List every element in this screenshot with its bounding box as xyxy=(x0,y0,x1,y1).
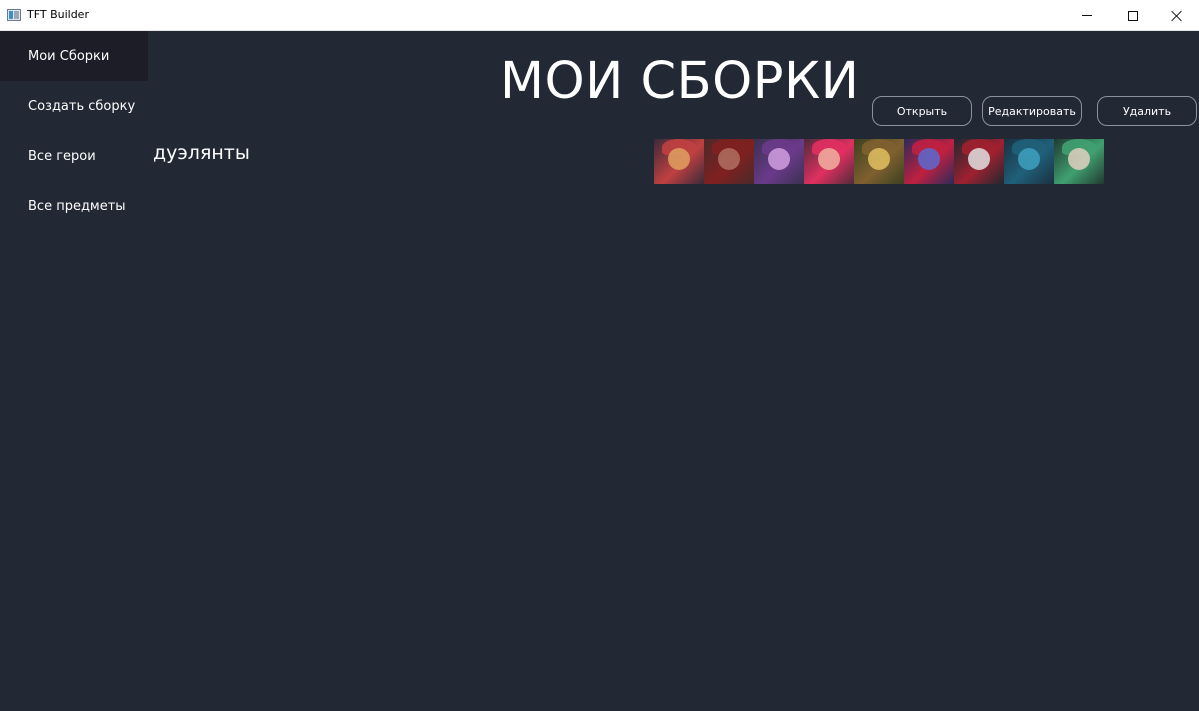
portrait-face xyxy=(768,148,790,170)
champion-portrait-3 xyxy=(754,139,804,184)
portrait-face xyxy=(868,148,890,170)
edit-button[interactable]: Редактировать xyxy=(982,96,1082,126)
sidebar: Мои Сборки Создать сборку Все герои Все … xyxy=(0,31,148,711)
maximize-icon xyxy=(1128,10,1138,21)
app-icon xyxy=(7,9,21,21)
sidebar-item-create-build[interactable]: Создать сборку xyxy=(0,81,148,131)
close-icon xyxy=(1171,10,1183,22)
sidebar-item-all-heroes[interactable]: Все герои xyxy=(0,131,148,181)
app-window: TFT Builder Мои Сборки Создать сборку Вс… xyxy=(0,0,1199,711)
maximize-button[interactable] xyxy=(1110,0,1156,31)
champion-portrait-2 xyxy=(704,139,754,184)
champion-portrait-6 xyxy=(904,139,954,184)
close-button[interactable] xyxy=(1154,0,1199,31)
champion-portrait-5 xyxy=(854,139,904,184)
page-title: МОИ СБОРКИ xyxy=(500,52,860,111)
title-bar: TFT Builder xyxy=(0,0,1199,31)
minimize-icon xyxy=(1082,15,1092,16)
champion-portrait-4 xyxy=(804,139,854,184)
champion-portrait-1 xyxy=(654,139,704,184)
open-button[interactable]: Открыть xyxy=(872,96,972,126)
portrait-face xyxy=(668,148,690,170)
portrait-face xyxy=(818,148,840,170)
portrait-face xyxy=(1018,148,1040,170)
minimize-button[interactable] xyxy=(1064,0,1110,31)
build-row[interactable]: дуэлянты xyxy=(153,138,1113,186)
champion-portrait-7 xyxy=(954,139,1004,184)
build-name: дуэлянты xyxy=(153,142,250,164)
window-title: TFT Builder xyxy=(27,8,89,21)
champion-portrait-8 xyxy=(1004,139,1054,184)
sidebar-item-all-items[interactable]: Все предметы xyxy=(0,181,148,231)
champion-portrait-9 xyxy=(1054,139,1104,184)
portrait-face xyxy=(718,148,740,170)
portrait-face xyxy=(968,148,990,170)
portrait-face xyxy=(918,148,940,170)
delete-button[interactable]: Удалить xyxy=(1097,96,1197,126)
champion-strip xyxy=(654,139,1104,184)
portrait-face xyxy=(1068,148,1090,170)
sidebar-item-my-builds[interactable]: Мои Сборки xyxy=(0,31,148,81)
